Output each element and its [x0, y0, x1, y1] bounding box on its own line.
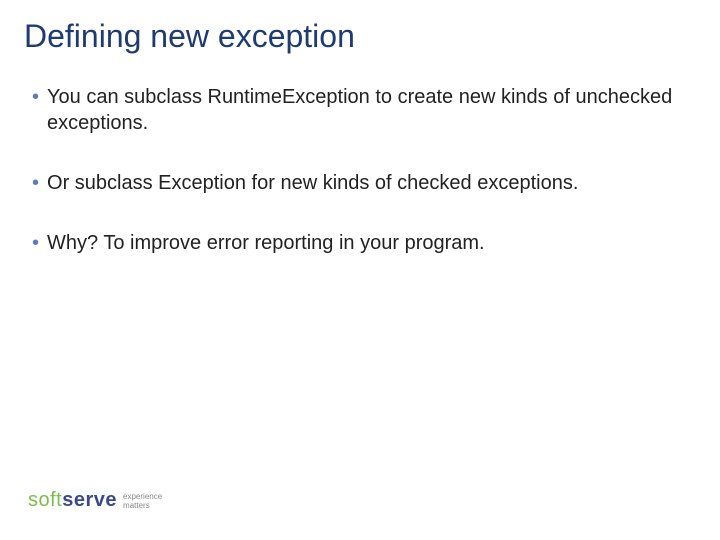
logo-tagline-line2: matters: [123, 501, 150, 510]
slide-content: • You can subclass RuntimeException to c…: [32, 84, 688, 290]
logo-part-soft: soft: [28, 489, 62, 511]
logo-text: softserve: [28, 489, 117, 512]
bullet-marker-icon: •: [32, 230, 39, 256]
bullet-item: • Why? To improve error reporting in you…: [32, 230, 688, 256]
bullet-item: • Or subclass Exception for new kinds of…: [32, 170, 688, 196]
logo: softserve experience matters: [28, 489, 162, 512]
bullet-text: Or subclass Exception for new kinds of c…: [47, 170, 688, 196]
bullet-text: Why? To improve error reporting in your …: [47, 230, 688, 256]
bullet-marker-icon: •: [32, 170, 39, 196]
bullet-marker-icon: •: [32, 84, 39, 110]
slide-title: Defining new exception: [24, 18, 355, 55]
bullet-item: • You can subclass RuntimeException to c…: [32, 84, 688, 136]
logo-part-serve: serve: [62, 489, 117, 511]
logo-tagline: experience matters: [123, 493, 162, 511]
logo-tagline-line1: experience: [123, 492, 162, 501]
bullet-text: You can subclass RuntimeException to cre…: [47, 84, 688, 136]
slide: Defining new exception • You can subclas…: [0, 0, 720, 540]
